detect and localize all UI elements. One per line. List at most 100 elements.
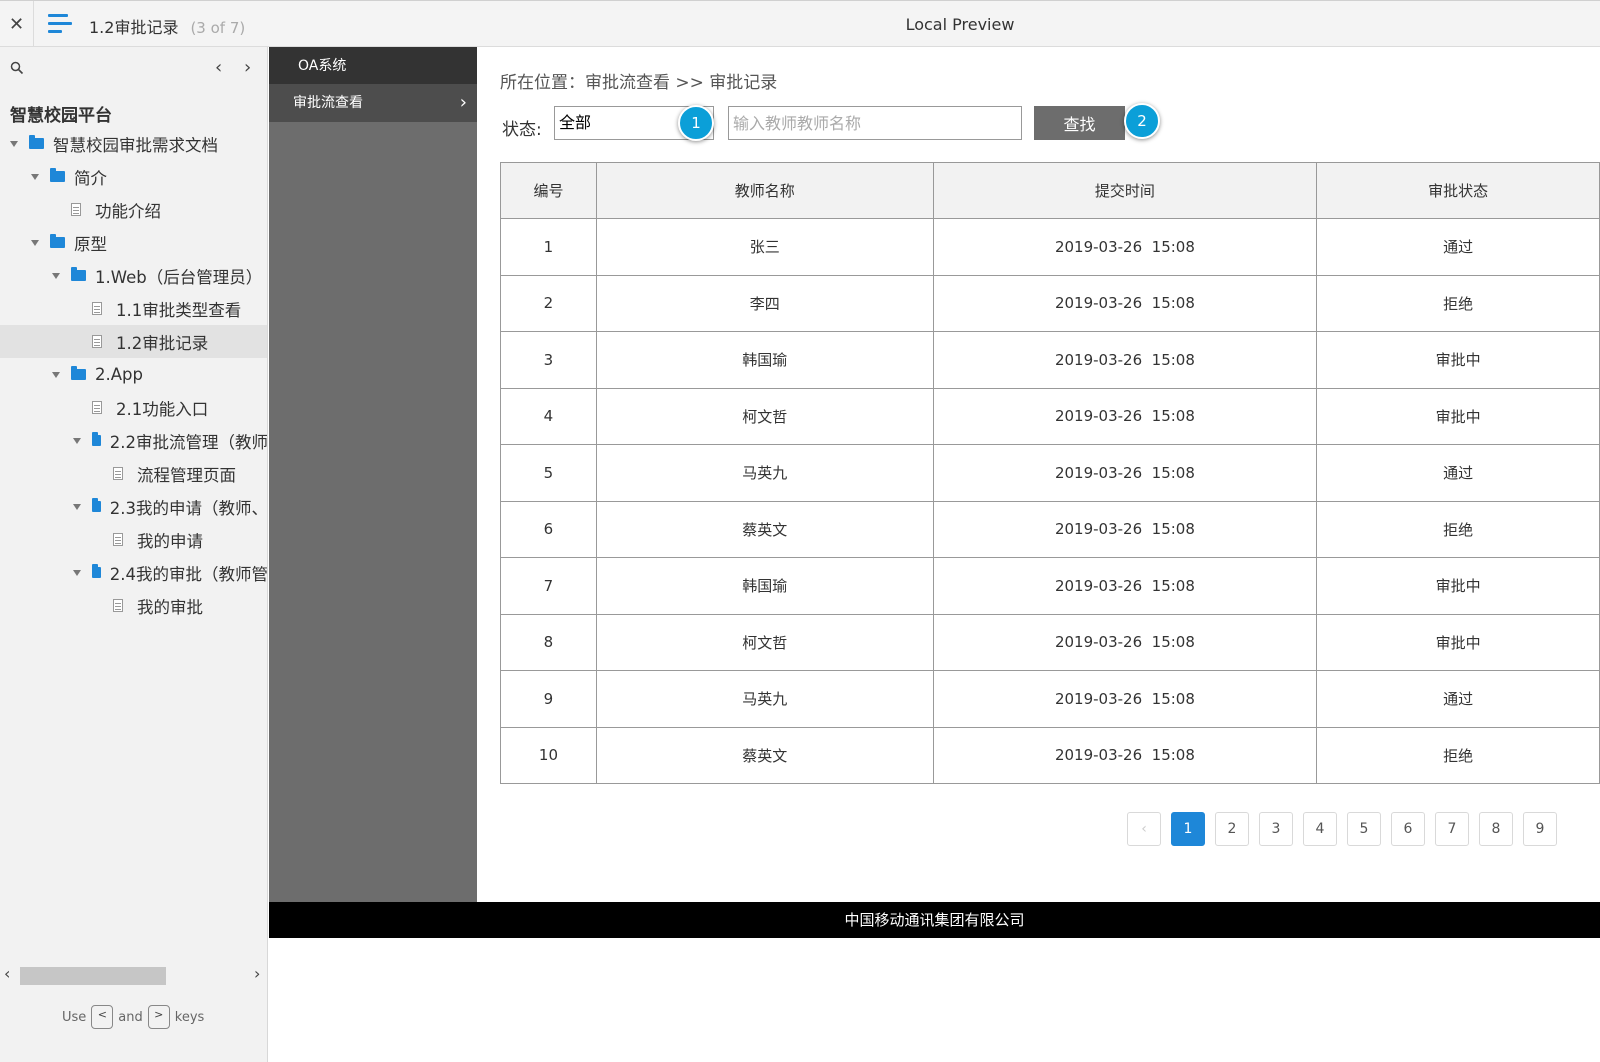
caret-down-icon[interactable] [52, 272, 60, 279]
page-button-8[interactable]: 8 [1479, 812, 1513, 846]
page-button-9[interactable]: 9 [1523, 812, 1557, 846]
tree-item-label: 2.1功能入口 [116, 399, 209, 419]
scroll-left-icon[interactable]: ‹ [4, 964, 10, 983]
tree-item[interactable]: 1.1审批类型查看 [0, 292, 267, 325]
tree-item[interactable]: 原型 [0, 226, 267, 259]
next-page-icon[interactable]: › [244, 57, 251, 78]
caret-down-icon[interactable] [73, 569, 81, 576]
folder-icon [92, 498, 101, 512]
prev-page-icon[interactable]: ‹ [215, 57, 222, 78]
search-icon[interactable] [10, 61, 24, 75]
tree-item[interactable]: 流程管理页面 [0, 457, 267, 490]
cell-teacher-name: 蔡英文 [595, 726, 934, 784]
header-submit-time: 提交时间 [932, 162, 1318, 219]
header-id: 编号 [500, 162, 597, 219]
cell-approval-status: 拒绝 [1316, 500, 1600, 558]
tree-item[interactable]: 我的申请 [0, 523, 267, 556]
hint-use: Use [62, 1009, 87, 1025]
folder-icon [71, 366, 86, 380]
tree-item-label: 1.1审批类型查看 [116, 300, 242, 320]
tree-item-label: 2.App [95, 365, 143, 384]
cell-approval-status: 审批中 [1316, 613, 1600, 671]
caret-down-icon[interactable] [31, 239, 39, 246]
tree-item[interactable]: 2.4我的审批（教师管 [0, 556, 267, 589]
caret-down-icon[interactable] [52, 371, 60, 378]
table-row: 1 张三 2019-03-26 15:08 通过 [500, 218, 1600, 276]
footer: 中国移动通讯集团有限公司 [269, 902, 1600, 938]
cell-submit-time: 2019-03-26 15:08 [932, 500, 1318, 558]
tree-item[interactable]: 2.App [0, 358, 267, 391]
teacher-name-input[interactable] [728, 106, 1022, 140]
tree-item[interactable]: 2.3我的申请（教师、 [0, 490, 268, 523]
caret-down-icon[interactable] [31, 173, 39, 180]
page-icon [92, 335, 102, 348]
caret-down-icon[interactable] [10, 140, 18, 147]
page-button-6[interactable]: 6 [1391, 812, 1425, 846]
sidebar-tree: 智慧校园审批需求文档简介 功能介绍 原型 1.Web（后台管理员） 1.1审批类型查看 1… [0, 127, 268, 622]
tree-item[interactable]: 智慧校园审批需求文档 [0, 127, 267, 160]
folder-icon [50, 234, 65, 248]
main-content: 所在位置：审批流查看 >> 审批记录 状态: 全部 1 查找 2 编号 教师名称… [477, 47, 1600, 902]
tree-item[interactable]: 我的审批 [0, 589, 267, 622]
close-button[interactable]: ✕ [0, 1, 34, 47]
tree-item[interactable]: 1.2审批记录 [0, 325, 267, 358]
table-row: 8 柯文哲 2019-03-26 15:08 审批中 [500, 613, 1600, 671]
window-title-text: Local Preview [905, 15, 1015, 34]
cell-submit-time: 2019-03-26 15:08 [932, 387, 1318, 445]
cell-id: 10 [500, 726, 597, 784]
cell-id: 5 [500, 444, 597, 502]
cell-approval-status: 通过 [1316, 218, 1600, 276]
page-count: (3 of 7) [190, 19, 246, 37]
hamburger-menu-icon[interactable] [48, 14, 72, 34]
table-row: 3 韩国瑜 2019-03-26 15:08 审批中 [500, 331, 1600, 389]
annotation-marker-2: 2 [1124, 103, 1160, 139]
tree-item[interactable]: 简介 [0, 160, 267, 193]
tree-item[interactable]: 功能介绍 [0, 193, 267, 226]
menu-item-approval-view[interactable]: 审批流查看 › [269, 84, 477, 122]
folder-icon [29, 135, 44, 149]
page-button-5[interactable]: 5 [1347, 812, 1381, 846]
page-icon [113, 599, 123, 612]
cell-submit-time: 2019-03-26 15:08 [932, 670, 1318, 728]
prev-page-button[interactable]: ‹ [1127, 812, 1161, 846]
page-button-4[interactable]: 4 [1303, 812, 1337, 846]
caret-down-icon[interactable] [73, 503, 81, 510]
tree-item[interactable]: 2.1功能入口 [0, 391, 267, 424]
page-button-2[interactable]: 2 [1215, 812, 1249, 846]
page-button-3[interactable]: 3 [1259, 812, 1293, 846]
page-button-7[interactable]: 7 [1435, 812, 1469, 846]
cell-teacher-name: 李四 [595, 274, 934, 332]
status-label: 状态: [502, 120, 542, 140]
scroll-right-icon[interactable]: › [254, 964, 260, 983]
page-icon [113, 467, 123, 480]
hint-and: and [118, 1009, 143, 1025]
table-row: 9 马英九 2019-03-26 15:08 通过 [500, 670, 1600, 728]
page-button-1[interactable]: 1 [1171, 812, 1205, 846]
cell-id: 3 [500, 331, 597, 389]
tree-item-label: 2.3我的申请（教师、 [109, 498, 268, 518]
tree-item-label: 智慧校园审批需求文档 [53, 135, 218, 155]
cell-approval-status: 通过 [1316, 670, 1600, 728]
top-bar: ✕ 1.2审批记录 (3 of 7) Local Preview [0, 0, 1600, 47]
search-button[interactable]: 查找 [1034, 106, 1125, 140]
cell-approval-status: 拒绝 [1316, 726, 1600, 784]
table-row: 7 韩国瑜 2019-03-26 15:08 审批中 [500, 557, 1600, 615]
cell-teacher-name: 张三 [595, 218, 934, 276]
scrollbar-thumb[interactable] [20, 967, 166, 985]
cell-approval-status: 审批中 [1316, 557, 1600, 615]
cell-id: 1 [500, 218, 597, 276]
cell-id: 6 [500, 500, 597, 558]
cell-teacher-name: 柯文哲 [595, 387, 934, 445]
close-icon: ✕ [8, 13, 25, 35]
tree-item[interactable]: 2.2审批流管理（教师 [0, 424, 267, 457]
horizontal-scrollbar[interactable]: ‹ › [0, 964, 267, 986]
table-row: 10 蔡英文 2019-03-26 15:08 拒绝 [500, 726, 1600, 784]
table-row: 6 蔡英文 2019-03-26 15:08 拒绝 [500, 500, 1600, 558]
tree-item-label: 我的审批 [137, 597, 203, 617]
tree-item[interactable]: 1.Web（后台管理员） [0, 259, 267, 292]
menu-head-oa[interactable]: OA系统 [269, 47, 477, 84]
folder-icon [92, 432, 101, 446]
cell-id: 8 [500, 613, 597, 671]
caret-down-icon[interactable] [73, 437, 81, 444]
keyboard-hint: Use < and > keys [62, 1005, 204, 1029]
